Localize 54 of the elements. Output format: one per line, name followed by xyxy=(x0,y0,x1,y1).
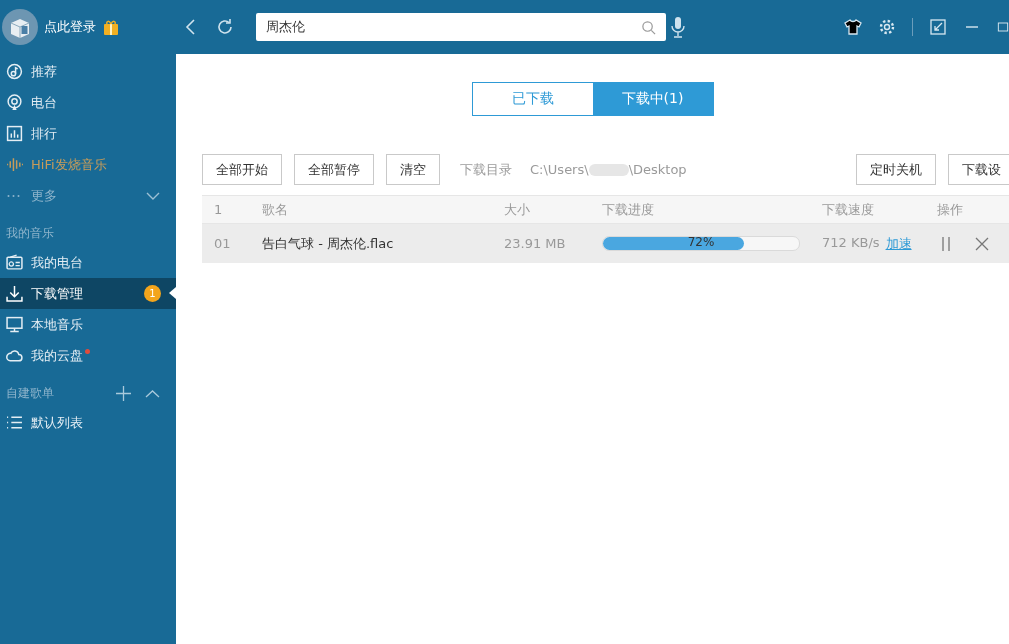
cloud-icon xyxy=(6,347,23,364)
sidebar-item[interactable]: 本地音乐 xyxy=(0,309,176,340)
toolbar-button[interactable]: 定时关机 xyxy=(856,154,936,185)
column-header: 歌名 xyxy=(261,200,289,219)
column-header: 下载速度 xyxy=(821,200,875,219)
toolbar-button[interactable]: 全部暂停 xyxy=(294,154,374,185)
sidebar-item[interactable]: 下载管理 1 xyxy=(0,278,176,309)
tab[interactable]: 下载中(1) xyxy=(592,83,713,115)
mini-mode-icon[interactable] xyxy=(929,18,947,36)
table-cell-text: 告白气球 - 周杰伦.flac xyxy=(261,234,395,253)
monitor-icon xyxy=(6,316,23,333)
chart-icon xyxy=(6,125,23,142)
table-cell-text: 01 xyxy=(213,236,232,251)
section-heading: 自建歌单 xyxy=(6,384,54,402)
sidebar-item[interactable]: 更多 xyxy=(0,180,176,211)
list-icon xyxy=(6,414,23,431)
progress-text: 72% xyxy=(686,235,716,249)
toolbar-button[interactable]: 清空 xyxy=(386,154,440,185)
folder-label: 下载目录 xyxy=(460,160,512,179)
sidebar-item[interactable]: 排行 xyxy=(0,118,176,149)
add-icon[interactable] xyxy=(116,385,131,401)
column-header: 大小 xyxy=(503,200,531,219)
sidebar-item[interactable]: 推荐 xyxy=(0,56,176,87)
sidebar-item[interactable]: 默认列表 xyxy=(0,407,176,438)
search-field[interactable]: 周杰伦 xyxy=(256,13,666,41)
login-link[interactable]: 点此登录 xyxy=(44,18,96,36)
toolbar-button[interactable]: 下载设 xyxy=(948,154,1009,185)
sidebar-item[interactable]: 电台 xyxy=(0,87,176,118)
refresh-icon[interactable] xyxy=(216,18,234,36)
shirt-icon[interactable] xyxy=(844,18,862,36)
column-header: 操作 xyxy=(936,200,964,219)
sidebar-item[interactable]: 我的电台 xyxy=(0,247,176,278)
speed-up-link[interactable]: 加速 xyxy=(885,234,912,253)
toolbar-button[interactable]: 全部开始 xyxy=(202,154,282,185)
column-header: 1 xyxy=(213,202,224,217)
count-badge: 1 xyxy=(144,285,161,302)
folder-path: \Desktop xyxy=(628,162,687,177)
sidebar-item[interactable]: 我的云盘 xyxy=(0,340,176,371)
section-heading: 我的音乐 xyxy=(6,224,54,242)
table-cell-text: 712 KB/s xyxy=(822,234,880,252)
gift-icon[interactable] xyxy=(102,18,120,36)
table-cell-text: 23.91 MB xyxy=(503,236,567,251)
microphone-icon[interactable] xyxy=(670,15,686,39)
column-header: 下载进度 xyxy=(601,200,655,219)
sound-wave-icon xyxy=(6,156,23,173)
folder-path: C:\Users\ xyxy=(530,162,589,177)
download-icon xyxy=(6,285,23,302)
settings-icon[interactable] xyxy=(878,18,896,36)
radio-icon xyxy=(6,94,23,111)
radio-icon xyxy=(6,254,23,271)
close-icon[interactable] xyxy=(975,236,989,251)
avatar-icon[interactable] xyxy=(2,9,38,45)
redaction-mark xyxy=(588,163,629,176)
music-note-icon xyxy=(6,63,23,80)
